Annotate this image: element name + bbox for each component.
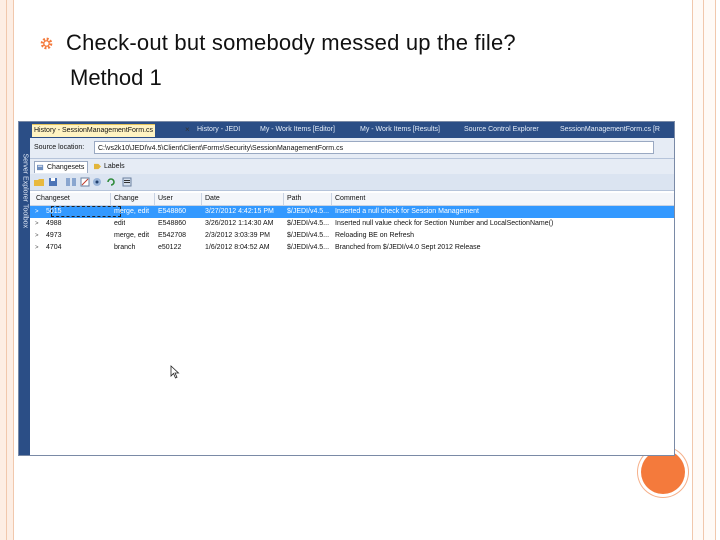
- expand-arrow-icon[interactable]: >: [35, 230, 39, 242]
- history-toolbar: [30, 174, 674, 191]
- cell-change: edit: [114, 220, 126, 227]
- column-separator[interactable]: [331, 193, 332, 205]
- side-tool-strip[interactable]: Server Explorer Toolbox: [19, 122, 30, 455]
- tab-changesets[interactable]: Changesets: [34, 161, 89, 173]
- compare-icon[interactable]: [66, 177, 76, 187]
- tab-my-work-items-editor[interactable]: My - Work Items [Editor]: [258, 124, 337, 136]
- changesets-icon: [37, 164, 44, 171]
- table-row[interactable]: > 5015 merge, edit E548860 3/27/2012 4:4…: [30, 206, 674, 218]
- cell-user: e50122: [158, 244, 182, 251]
- mouse-pointer-icon: [170, 365, 180, 379]
- close-tab-icon[interactable]: ×: [185, 124, 190, 136]
- slide-title: Check-out but somebody messed up the fil…: [66, 30, 516, 55]
- changeset-grid: Changeset Change User Date Path Comment …: [30, 193, 674, 254]
- tab-changesets-label: Changesets: [47, 164, 85, 171]
- source-location-field[interactable]: C:\vs2k10\JEDI\v4.5\Client\Client\Forms\…: [94, 141, 654, 154]
- column-separator[interactable]: [110, 193, 111, 205]
- column-user[interactable]: User: [158, 193, 173, 205]
- cell-user: E548860: [158, 220, 187, 227]
- orange-circle-decoration: [641, 450, 685, 494]
- gear-bullet-icon: [40, 37, 53, 50]
- source-location-bar: Source location: C:\vs2k10\JEDI\v4.5\Cli…: [30, 138, 674, 159]
- cell-change: merge, edit: [114, 208, 150, 215]
- cell-path: $/JEDI/v4.5...: [287, 208, 330, 215]
- cell-path: $/JEDI/v4.5...: [287, 232, 330, 239]
- expand-arrow-icon[interactable]: >: [35, 206, 39, 218]
- column-change[interactable]: Change: [114, 193, 139, 205]
- cell-changeset: 4704: [46, 244, 62, 251]
- column-changeset[interactable]: Changeset: [36, 193, 70, 205]
- table-row[interactable]: > 4988 edit E548860 3/26/2012 1:14:30 AM…: [30, 218, 674, 230]
- cell-comment: Inserted a null check for Session Manage…: [335, 208, 479, 215]
- tab-history-sessionmanagementform[interactable]: History - SessionManagementForm.cs: [32, 124, 156, 137]
- tab-labels[interactable]: Labels: [92, 161, 128, 172]
- cell-path: $/JEDI/v4.5...: [287, 244, 330, 251]
- cell-date: 2/3/2012 3:03:39 PM: [205, 232, 270, 239]
- source-location-label: Source location:: [34, 144, 85, 151]
- column-date[interactable]: Date: [205, 193, 220, 205]
- annotate-icon[interactable]: [80, 177, 90, 187]
- ide-screenshot: Server Explorer Toolbox History - Sessio…: [18, 121, 675, 456]
- cell-change: merge, edit: [114, 232, 150, 239]
- document-tab-bar: History - SessionManagementForm.cs × His…: [30, 122, 674, 138]
- cell-changeset: 4973: [46, 232, 62, 239]
- labels-icon: [94, 163, 101, 170]
- cell-comment: Inserted null value check for Section Nu…: [335, 220, 554, 227]
- cell-date: 3/26/2012 1:14:30 AM: [205, 220, 274, 227]
- properties-icon[interactable]: [122, 177, 132, 187]
- cell-changeset: 4988: [46, 220, 62, 227]
- column-separator[interactable]: [283, 193, 284, 205]
- column-separator[interactable]: [201, 193, 202, 205]
- tab-sessionmanagementform-r[interactable]: SessionManagementForm.cs [R: [558, 124, 662, 136]
- tab-labels-label: Labels: [104, 163, 125, 170]
- expand-arrow-icon[interactable]: >: [35, 242, 39, 254]
- save-icon[interactable]: [48, 177, 58, 187]
- cell-change: branch: [114, 244, 136, 251]
- refresh-icon[interactable]: [106, 177, 116, 187]
- cell-date: 1/6/2012 8:04:52 AM: [205, 244, 270, 251]
- table-row[interactable]: > 4704 branch e50122 1/6/2012 8:04:52 AM…: [30, 242, 674, 254]
- slide-subtitle: Method 1: [70, 65, 162, 90]
- cell-comment: Branched from $/JEDI/v4.0 Sept 2012 Rele…: [335, 244, 481, 251]
- view-tabs: Changesets Labels: [30, 159, 674, 174]
- grid-header: Changeset Change User Date Path Comment: [30, 193, 674, 206]
- table-row[interactable]: > 4973 merge, edit E542708 2/3/2012 3:03…: [30, 230, 674, 242]
- column-comment[interactable]: Comment: [335, 193, 365, 205]
- cell-user: E548860: [158, 208, 187, 215]
- cell-user: E542708: [158, 232, 187, 239]
- side-strip-label: Server Explorer Toolbox: [21, 153, 29, 229]
- cell-changeset: 5015: [46, 208, 62, 215]
- view-icon[interactable]: [92, 177, 102, 187]
- column-separator[interactable]: [154, 193, 155, 205]
- cell-path: $/JEDI/v4.5...: [287, 220, 330, 227]
- open-folder-icon[interactable]: [34, 177, 44, 187]
- cell-comment: Reloading BE on Refresh: [335, 232, 414, 239]
- left-decorative-rail: [0, 0, 14, 540]
- column-path[interactable]: Path: [287, 193, 301, 205]
- tab-source-control-explorer[interactable]: Source Control Explorer: [462, 124, 541, 136]
- history-pane: Source location: C:\vs2k10\JEDI\v4.5\Cli…: [30, 138, 674, 455]
- tab-my-work-items-results[interactable]: My - Work Items [Results]: [358, 124, 442, 136]
- tab-history-jedi[interactable]: History - JEDI: [195, 124, 242, 136]
- expand-arrow-icon[interactable]: >: [35, 218, 39, 230]
- right-decorative-rail: [692, 0, 716, 540]
- cell-date: 3/27/2012 4:42:15 PM: [205, 208, 274, 215]
